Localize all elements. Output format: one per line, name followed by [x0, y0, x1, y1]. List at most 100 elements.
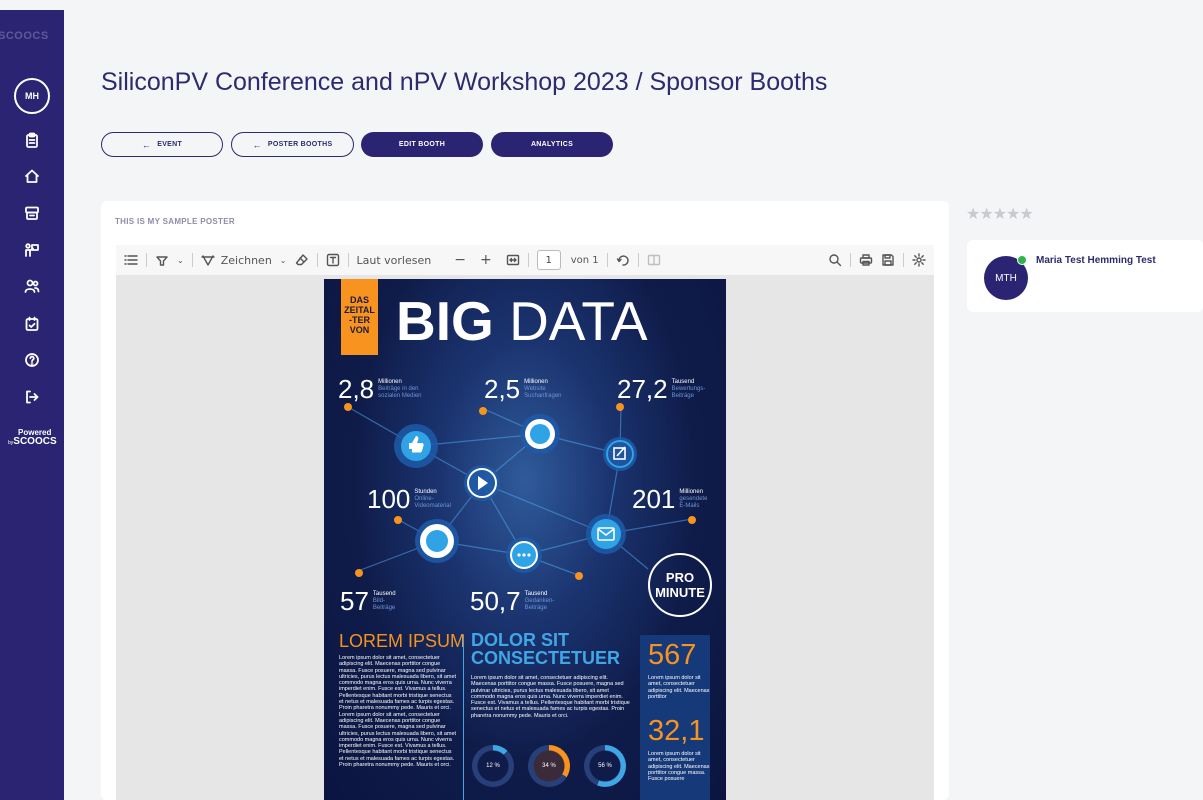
- chevron-down-icon[interactable]: ⌄: [177, 256, 184, 265]
- draw-label: Zeichnen: [220, 253, 272, 267]
- arrow-left-icon: ←: [141, 139, 152, 150]
- stat-desc: Suchanfragen: [524, 393, 562, 399]
- toolbar-separator: [146, 253, 147, 267]
- stat-desc: Bild-: [372, 598, 385, 604]
- page-number-input[interactable]: 1: [536, 250, 561, 270]
- user-avatar[interactable]: MH: [14, 78, 50, 114]
- poster-stat: 50,7 Tausend Gedanken- Beiträge: [470, 587, 554, 615]
- calendar-icon[interactable]: [22, 314, 42, 334]
- stat-unit: Stunden: [414, 489, 437, 495]
- highlight-icon[interactable]: [155, 253, 169, 267]
- toolbar-separator: [850, 253, 851, 267]
- poster-tag-line: ZEITAL: [344, 305, 375, 315]
- eraser-icon[interactable]: [295, 253, 309, 267]
- back-to-poster-booths-button[interactable]: ← POSTER BOOTHS: [231, 132, 354, 157]
- pro-minute-line: MINUTE: [655, 585, 705, 600]
- draw-tool[interactable]: Zeichnen ⌄: [201, 253, 287, 267]
- booth-icon[interactable]: [22, 203, 42, 223]
- search-icon[interactable]: [828, 253, 842, 267]
- member-name: Maria Test Hemming Test: [1036, 255, 1156, 266]
- side-stat-value: 567: [648, 639, 697, 671]
- stat-desc: Beiträge: [372, 605, 396, 611]
- text-box-icon[interactable]: [326, 253, 340, 267]
- orange-dot: [575, 572, 583, 580]
- poster-tag-line: VON: [349, 325, 370, 335]
- toolbar-separator: [191, 253, 193, 267]
- stat-value: 50,7: [470, 586, 521, 616]
- stat-desc: gesendete: [679, 496, 708, 502]
- poster-headline-bold: BIG: [396, 290, 494, 352]
- rating-stars[interactable]: ★★★★★: [966, 204, 1034, 224]
- stat-unit: Millionen: [679, 489, 704, 495]
- poster-stat: 57 Tausend Bild- Beiträge: [340, 587, 396, 615]
- home-icon[interactable]: [22, 166, 42, 186]
- orange-dot: [355, 569, 363, 577]
- column-divider: [463, 635, 464, 800]
- toolbar-separator: [903, 253, 904, 267]
- toolbar-separator: [637, 253, 639, 267]
- page-count: von 1: [570, 254, 599, 266]
- stat-desc: Beiträge: [524, 605, 547, 611]
- save-icon[interactable]: [881, 253, 895, 267]
- back-to-event-button[interactable]: ← EVENT: [101, 132, 223, 157]
- poster-page: DAS ZEITAL -TER VON BIG DATA 2,8 Million…: [324, 279, 726, 800]
- stat-unit: Millionen: [378, 379, 402, 385]
- chevron-down-icon: ⌄: [279, 255, 287, 265]
- orange-dot: [394, 516, 402, 524]
- stat-desc: E-Mails: [679, 503, 700, 509]
- poster-tag-line: -TER: [349, 315, 370, 325]
- stat-value: 57: [340, 586, 369, 616]
- toolbar-separator: [347, 253, 349, 267]
- draw-icon: [201, 255, 215, 266]
- table-of-contents-icon[interactable]: [124, 253, 138, 267]
- presenter-icon[interactable]: [22, 240, 42, 260]
- toolbar-separator: [606, 253, 608, 267]
- settings-gear-icon[interactable]: [912, 253, 926, 267]
- toolbar-separator: [316, 253, 318, 267]
- stat-value: 2,5: [484, 374, 521, 404]
- page-title: SiliconPV Conference and nPV Workshop 20…: [101, 68, 828, 96]
- lorem-title: LOREM IPSUM: [339, 631, 466, 651]
- logout-icon[interactable]: [22, 387, 42, 407]
- print-icon[interactable]: [859, 253, 873, 267]
- side-stat-value: 32,1: [648, 715, 705, 747]
- poster-title: THIS IS MY SAMPLE POSTER: [115, 217, 235, 226]
- zoom-out-icon[interactable]: −: [454, 252, 466, 268]
- people-icon[interactable]: [22, 276, 42, 296]
- dolor-title: DOLOR SIT CONSECTETUER: [471, 631, 620, 667]
- sidebar: SCOOCS MH Powered bySCOOCS: [0, 10, 64, 800]
- side-stat-text: Lorem ipsum dolor sit amet, consectetuer…: [648, 675, 710, 700]
- stat-value: 27,2: [617, 374, 668, 404]
- sidebar-brand-logo: SCOOCS: [0, 30, 49, 42]
- online-status-dot: [1017, 255, 1027, 265]
- fit-width-icon[interactable]: [506, 253, 520, 267]
- pro-minute-badge: PRO MINUTE: [648, 553, 712, 617]
- pdf-toolbar: ⌄ Zeichnen ⌄ Laut vorlesen − + 1 von 1: [116, 245, 934, 275]
- analytics-button[interactable]: ANALYTICS: [491, 132, 613, 157]
- side-stat-text: Lorem ipsum dolor sit amet, consectetuer…: [648, 751, 710, 783]
- stat-desc: Beiträge: [671, 393, 694, 399]
- dolor-body: Lorem ipsum dolor sit amet, consectetuer…: [471, 675, 630, 719]
- orange-dot: [616, 403, 624, 411]
- stat-desc: Beiträge in den: [378, 386, 419, 392]
- stat-desc: Bewertungs-: [671, 386, 706, 392]
- ring-label: 56 %: [598, 763, 612, 769]
- poster-card: THIS IS MY SAMPLE POSTER ⌄ Zeichnen ⌄ La…: [101, 201, 949, 800]
- poster-stat: 100 Stunden Online- Videomaterial: [367, 485, 451, 513]
- clipboard-icon[interactable]: [22, 130, 42, 150]
- zoom-in-icon[interactable]: +: [480, 252, 492, 268]
- stat-desc: Online-: [414, 496, 434, 502]
- pdf-viewer[interactable]: DAS ZEITAL -TER VON BIG DATA 2,8 Million…: [116, 275, 934, 800]
- stat-unit: Tausend: [524, 591, 548, 597]
- help-icon[interactable]: [22, 350, 42, 370]
- rotate-icon[interactable]: [616, 253, 630, 267]
- stat-desc: Gedanken-: [524, 598, 555, 604]
- booth-member-card[interactable]: MTH Maria Test Hemming Test: [967, 240, 1203, 312]
- read-aloud-button[interactable]: Laut vorlesen: [357, 254, 432, 267]
- stat-unit: Tausend: [671, 379, 695, 385]
- powered-brand-name: SCOOCS: [13, 436, 57, 447]
- edit-booth-button[interactable]: EDIT BOOTH: [361, 132, 483, 157]
- orange-dot: [344, 403, 352, 411]
- poster-stat: 27,2 Tausend Bewertungs- Beiträge: [617, 375, 705, 403]
- page-view-icon[interactable]: [647, 253, 661, 267]
